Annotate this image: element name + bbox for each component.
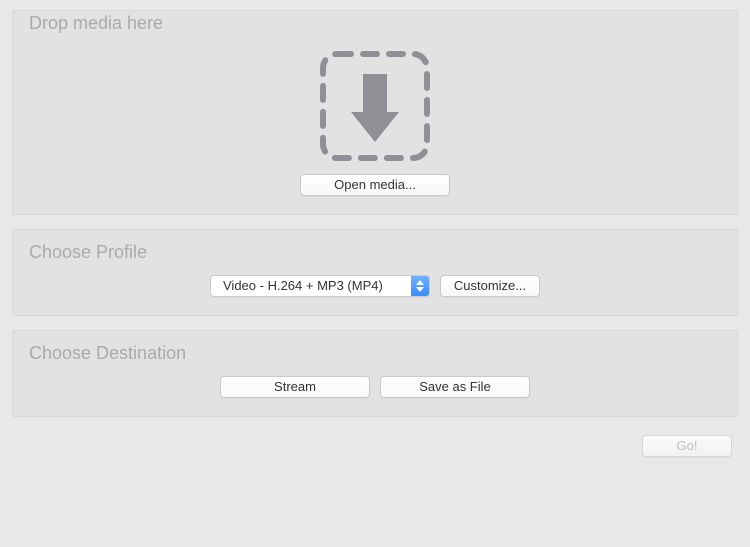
drop-dashed-frame — [315, 46, 435, 166]
drop-arrow-icon — [315, 46, 435, 166]
choose-destination-title: Choose Destination — [29, 343, 721, 364]
profile-select-value: Video - H.264 + MP3 (MP4) — [211, 276, 411, 296]
footer-row: Go! — [12, 431, 738, 457]
convert-stream-window: Drop media here Open media... Choose Pro… — [0, 0, 750, 467]
choose-destination-panel: Choose Destination Stream Save as File — [12, 330, 738, 417]
drop-media-panel[interactable]: Drop media here Open media... — [12, 10, 738, 215]
drop-zone[interactable]: Open media... — [29, 46, 721, 196]
choose-profile-panel: Choose Profile Video - H.264 + MP3 (MP4)… — [12, 229, 738, 316]
customize-button[interactable]: Customize... — [440, 275, 540, 297]
updown-stepper-icon — [411, 276, 429, 296]
open-media-button[interactable]: Open media... — [300, 174, 450, 196]
profile-select[interactable]: Video - H.264 + MP3 (MP4) — [210, 275, 430, 297]
go-button[interactable]: Go! — [642, 435, 732, 457]
stream-button[interactable]: Stream — [220, 376, 370, 398]
drop-media-title: Drop media here — [29, 13, 721, 34]
save-as-file-button[interactable]: Save as File — [380, 376, 530, 398]
choose-profile-title: Choose Profile — [29, 242, 721, 263]
